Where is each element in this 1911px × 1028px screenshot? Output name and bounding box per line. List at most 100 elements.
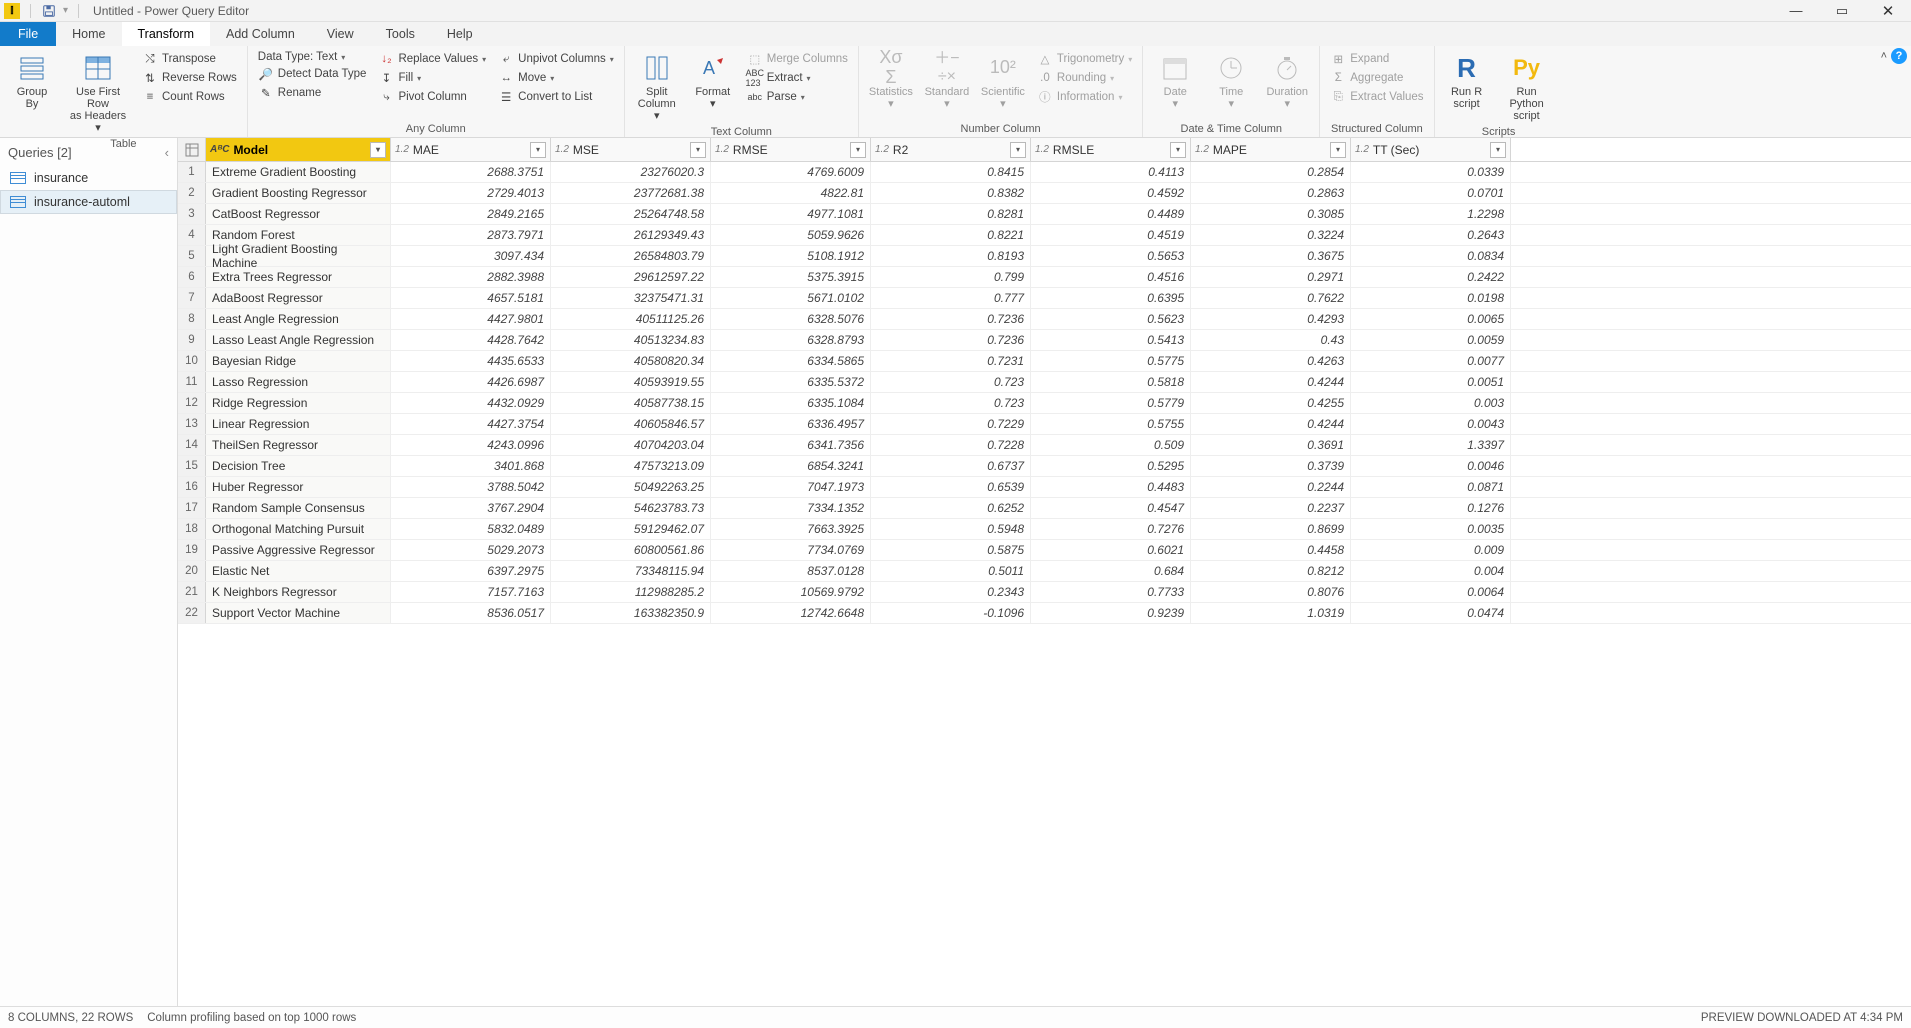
cell-value[interactable]: 1.2298 [1351, 204, 1511, 224]
cell-value[interactable]: 0.5413 [1031, 330, 1191, 350]
cell-value[interactable]: 4427.3754 [391, 414, 551, 434]
cell-value[interactable]: 3097.434 [391, 246, 551, 266]
cell-value[interactable]: 0.8076 [1191, 582, 1351, 602]
cell-value[interactable]: 0.8699 [1191, 519, 1351, 539]
filter-dropdown-icon[interactable]: ▾ [690, 142, 706, 158]
cell-model[interactable]: TheilSen Regressor [206, 435, 391, 455]
cell-model[interactable]: Ridge Regression [206, 393, 391, 413]
cell-value[interactable]: 0.8281 [871, 204, 1031, 224]
cell-value[interactable]: 4977.1081 [711, 204, 871, 224]
cell-value[interactable]: 40513234.83 [551, 330, 711, 350]
cell-value[interactable]: 54623783.73 [551, 498, 711, 518]
cell-value[interactable]: 0.3224 [1191, 225, 1351, 245]
table-row[interactable]: 16Huber Regressor3788.504250492263.25704… [178, 477, 1911, 498]
cell-value[interactable]: 0.0059 [1351, 330, 1511, 350]
cell-value[interactable]: 0.777 [871, 288, 1031, 308]
cell-value[interactable]: 5375.3915 [711, 267, 871, 287]
cell-value[interactable]: 0.723 [871, 372, 1031, 392]
cell-value[interactable]: 4426.6987 [391, 372, 551, 392]
replace-values-button[interactable]: ↓₂Replace Values▾ [374, 50, 490, 68]
table-row[interactable]: 22Support Vector Machine8536.05171633823… [178, 603, 1911, 624]
cell-value[interactable]: 0.4244 [1191, 414, 1351, 434]
filter-dropdown-icon[interactable]: ▾ [850, 142, 866, 158]
filter-dropdown-icon[interactable]: ▾ [530, 142, 546, 158]
table-row[interactable]: 14TheilSen Regressor4243.099640704203.04… [178, 435, 1911, 456]
cell-model[interactable]: Elastic Net [206, 561, 391, 581]
cell-model[interactable]: Random Sample Consensus [206, 498, 391, 518]
cell-value[interactable]: 0.0834 [1351, 246, 1511, 266]
table-row[interactable]: 6Extra Trees Regressor2882.398829612597.… [178, 267, 1911, 288]
extract-button[interactable]: ABC123Extract▾ [743, 69, 852, 87]
cell-value[interactable]: 0.7622 [1191, 288, 1351, 308]
cell-value[interactable]: 0.4483 [1031, 477, 1191, 497]
cell-value[interactable]: 3401.868 [391, 456, 551, 476]
cell-value[interactable]: 0.0198 [1351, 288, 1511, 308]
run-python-script-button[interactable]: Py Run Python script [1497, 50, 1557, 124]
cell-model[interactable]: Orthogonal Matching Pursuit [206, 519, 391, 539]
cell-value[interactable]: 0.2643 [1351, 225, 1511, 245]
tab-help[interactable]: Help [431, 22, 489, 46]
cell-value[interactable]: 0.003 [1351, 393, 1511, 413]
cell-value[interactable]: 163382350.9 [551, 603, 711, 623]
column-header-mae[interactable]: 1.2MAE▾ [391, 138, 551, 161]
cell-value[interactable]: 4428.7642 [391, 330, 551, 350]
cell-value[interactable]: 0.4489 [1031, 204, 1191, 224]
cell-value[interactable]: 2729.4013 [391, 183, 551, 203]
cell-value[interactable]: 0.5818 [1031, 372, 1191, 392]
cell-value[interactable]: 2849.2165 [391, 204, 551, 224]
cell-value[interactable]: 0.1276 [1351, 498, 1511, 518]
cell-value[interactable]: 0.2422 [1351, 267, 1511, 287]
cell-value[interactable]: 0.3691 [1191, 435, 1351, 455]
cell-value[interactable]: 4769.6009 [711, 162, 871, 182]
cell-value[interactable]: 4657.5181 [391, 288, 551, 308]
cell-value[interactable]: 40587738.15 [551, 393, 711, 413]
cell-value[interactable]: 26129349.43 [551, 225, 711, 245]
cell-value[interactable]: 4427.9801 [391, 309, 551, 329]
cell-value[interactable]: 0.43 [1191, 330, 1351, 350]
table-row[interactable]: 13Linear Regression4427.375440605846.576… [178, 414, 1911, 435]
cell-value[interactable]: 0.0077 [1351, 351, 1511, 371]
cell-value[interactable]: 0.5948 [871, 519, 1031, 539]
cell-value[interactable]: 0.0064 [1351, 582, 1511, 602]
table-row[interactable]: 7AdaBoost Regressor4657.518132375471.315… [178, 288, 1911, 309]
cell-value[interactable]: 0.4592 [1031, 183, 1191, 203]
cell-value[interactable]: -0.1096 [871, 603, 1031, 623]
cell-value[interactable]: 0.509 [1031, 435, 1191, 455]
cell-value[interactable]: 0.7236 [871, 330, 1031, 350]
cell-value[interactable]: 40605846.57 [551, 414, 711, 434]
cell-value[interactable]: 2688.3751 [391, 162, 551, 182]
cell-value[interactable]: 7047.1973 [711, 477, 871, 497]
cell-value[interactable]: 0.4516 [1031, 267, 1191, 287]
tab-transform[interactable]: Transform [122, 22, 211, 46]
cell-value[interactable]: 0.7733 [1031, 582, 1191, 602]
cell-model[interactable]: Linear Regression [206, 414, 391, 434]
cell-value[interactable]: 0.8212 [1191, 561, 1351, 581]
cell-value[interactable]: 0.7236 [871, 309, 1031, 329]
transpose-button[interactable]: ⤭Transpose [138, 50, 241, 68]
cell-model[interactable]: Lasso Regression [206, 372, 391, 392]
cell-model[interactable]: Extra Trees Regressor [206, 267, 391, 287]
cell-value[interactable]: 40704203.04 [551, 435, 711, 455]
cell-value[interactable]: 0.0043 [1351, 414, 1511, 434]
query-item[interactable]: insurance [0, 166, 177, 190]
cell-value[interactable]: 7157.7163 [391, 582, 551, 602]
cell-value[interactable]: 6854.3241 [711, 456, 871, 476]
cell-value[interactable]: 4243.0996 [391, 435, 551, 455]
tab-home[interactable]: Home [56, 22, 121, 46]
cell-value[interactable]: 25264748.58 [551, 204, 711, 224]
table-row[interactable]: 20Elastic Net6397.297573348115.948537.01… [178, 561, 1911, 582]
cell-value[interactable]: 0.6395 [1031, 288, 1191, 308]
tab-tools[interactable]: Tools [370, 22, 431, 46]
cell-value[interactable]: 0.2244 [1191, 477, 1351, 497]
cell-value[interactable]: 50492263.25 [551, 477, 711, 497]
column-header-mse[interactable]: 1.2MSE▾ [551, 138, 711, 161]
cell-value[interactable]: 3767.2904 [391, 498, 551, 518]
cell-value[interactable]: 0.2971 [1191, 267, 1351, 287]
cell-value[interactable]: 7734.0769 [711, 540, 871, 560]
cell-value[interactable]: 8537.0128 [711, 561, 871, 581]
cell-value[interactable]: 5029.2073 [391, 540, 551, 560]
cell-model[interactable]: K Neighbors Regressor [206, 582, 391, 602]
use-first-row-headers-button[interactable]: Use First Row as Headers▾ [62, 50, 134, 136]
cell-value[interactable]: 0.2237 [1191, 498, 1351, 518]
cell-value[interactable]: 6328.8793 [711, 330, 871, 350]
